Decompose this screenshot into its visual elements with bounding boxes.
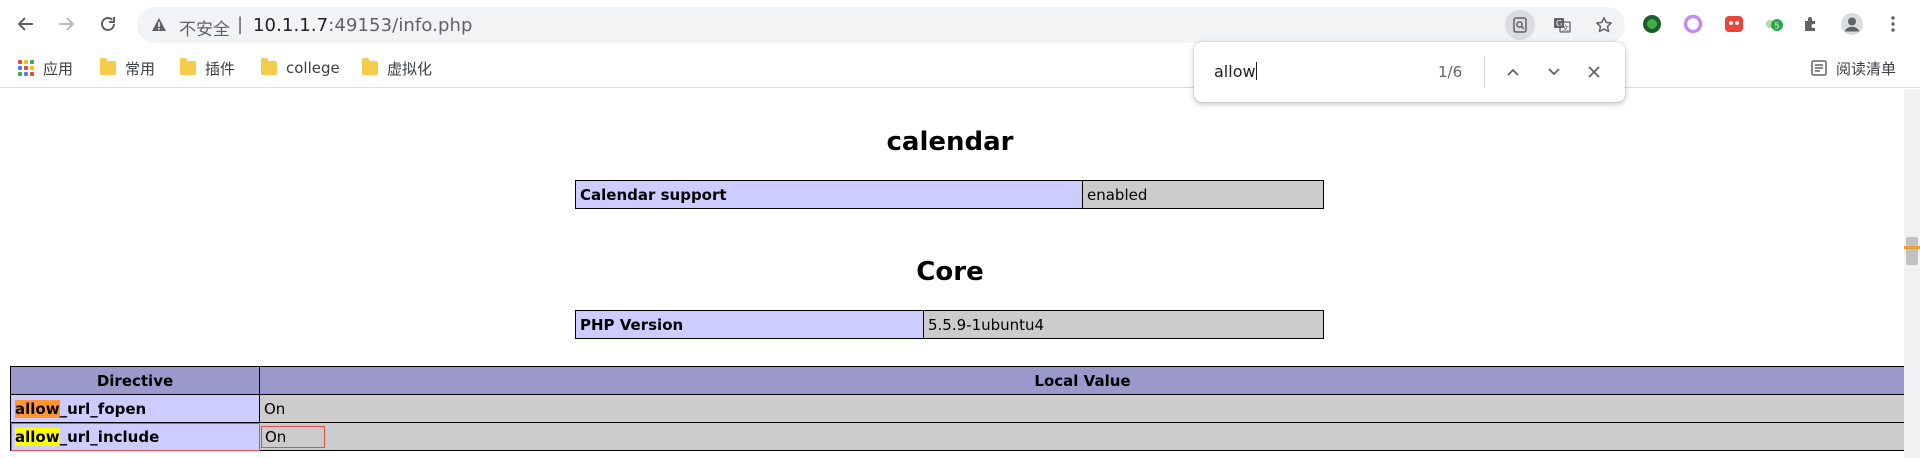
browser-toolbar: 不安全 | 10.1.1.7:49153/info.php G 文 5 <box>0 0 1920 48</box>
reading-list-icon <box>1811 60 1827 76</box>
extension-green-button[interactable] <box>1638 10 1666 38</box>
reading-list-label: 阅读清单 <box>1836 59 1897 78</box>
warning-triangle-icon <box>152 18 166 31</box>
extension-red-button[interactable] <box>1720 10 1748 38</box>
translate-button[interactable]: G 文 <box>1547 10 1577 40</box>
active-search-match: allow <box>15 399 60 418</box>
bookmark-folder-virtualization[interactable]: 虚拟化 <box>362 56 432 80</box>
section-title-core: Core <box>916 257 984 287</box>
search-match: allow <box>15 427 60 446</box>
bookmark-label: 虚拟化 <box>387 59 433 78</box>
reload-icon <box>101 17 115 31</box>
purple-ring-icon <box>1683 14 1703 34</box>
bookmark-folder-plugins[interactable]: 插件 <box>180 56 235 80</box>
directive-name: allow_url_fopen <box>10 394 260 423</box>
calendar-table: Calendar support enabled <box>575 180 1324 209</box>
back-arrow-icon <box>17 17 33 31</box>
chrome-menu-button[interactable] <box>1879 10 1907 38</box>
bookmark-apps[interactable]: 应用 <box>18 56 73 80</box>
not-secure-label: 不安全 <box>179 20 230 40</box>
green-globe-icon <box>1643 15 1661 33</box>
bookmarks-bar: 应用 常用 插件 college 虚拟化 阅读清单 <box>0 48 1920 88</box>
table-row: allow_url_include On <box>10 422 1906 451</box>
svg-text:5: 5 <box>1775 22 1780 31</box>
find-divider <box>1484 56 1485 88</box>
reading-list-button[interactable]: 阅读清单 <box>1811 56 1896 80</box>
translate-icon: G 文 <box>1554 18 1571 33</box>
directive-name: allow_url_include <box>10 422 260 451</box>
core-table: PHP Version 5.5.9-1ubuntu4 <box>575 310 1324 339</box>
section-title-calendar: calendar <box>886 127 1014 157</box>
extension-counter-button[interactable]: 5 <box>1760 10 1788 38</box>
kebab-menu-icon <box>1891 16 1895 32</box>
row-key: PHP Version <box>575 310 924 339</box>
find-query: allow <box>1214 62 1256 81</box>
directive-name-rest: _url_include <box>59 427 160 446</box>
column-header-local-value: Local Value <box>259 366 1906 395</box>
url-text[interactable]: 10.1.1.7:49153/info.php <box>253 15 473 36</box>
extension-purple-button[interactable] <box>1679 10 1707 38</box>
address-bar[interactable]: 不安全 | 10.1.1.7:49153/info.php G 文 <box>137 7 1625 43</box>
chevron-down-icon <box>1548 68 1560 76</box>
apps-grid-icon <box>18 60 34 76</box>
url-host: 10.1.1.7 <box>253 15 329 36</box>
page-scrollbar[interactable] <box>1904 89 1920 458</box>
url-separator: | <box>237 14 244 35</box>
star-icon <box>1596 17 1612 33</box>
forward-button[interactable] <box>50 8 82 40</box>
find-bar: allow 1/6 <box>1194 42 1625 102</box>
text-caret <box>1255 62 1257 80</box>
scrollbar-thumb[interactable] <box>1906 237 1918 265</box>
table-row: Calendar support enabled <box>575 180 1324 209</box>
bookmark-folder-common[interactable]: 常用 <box>100 56 155 80</box>
folder-icon <box>180 58 196 75</box>
bookmark-label: 应用 <box>43 59 74 78</box>
bookmark-star-button[interactable] <box>1589 10 1619 40</box>
svg-text:文: 文 <box>1562 24 1569 33</box>
page-content: calendar Calendar support enabled Core P… <box>0 89 1906 458</box>
find-page-icon <box>1513 17 1527 33</box>
forward-arrow-icon <box>59 17 75 31</box>
row-value: enabled <box>1082 180 1324 209</box>
table-row: allow_url_fopen On <box>10 394 1906 423</box>
column-header-directive: Directive <box>10 366 260 395</box>
bookmark-label: 插件 <box>205 59 236 78</box>
table-row: PHP Version 5.5.9-1ubuntu4 <box>575 310 1324 339</box>
profile-button[interactable] <box>1838 10 1866 38</box>
directive-name-rest: _url_fopen <box>59 399 147 418</box>
green-badge-icon: 5 <box>1766 19 1783 31</box>
bookmark-folder-college[interactable]: college <box>261 56 340 80</box>
puzzle-icon <box>1805 17 1815 31</box>
folder-icon <box>261 58 277 75</box>
directive-value: On <box>259 394 1906 423</box>
find-previous-button[interactable] <box>1498 57 1528 87</box>
red-app-icon <box>1725 16 1743 32</box>
find-next-button[interactable] <box>1539 57 1569 87</box>
find-match-marker <box>1904 246 1920 249</box>
avatar-icon <box>1841 13 1863 35</box>
bookmark-label: college <box>286 59 340 77</box>
table-header-row: Directive Local Value <box>10 366 1906 395</box>
find-match-count: 1/6 <box>1438 63 1463 81</box>
directive-value-cell: On <box>259 422 1906 451</box>
folder-icon <box>100 58 116 75</box>
bookmark-label: 常用 <box>125 59 156 78</box>
reload-button[interactable] <box>92 8 124 40</box>
back-button[interactable] <box>10 8 42 40</box>
chevron-up-icon <box>1507 68 1519 76</box>
close-icon <box>1588 66 1600 78</box>
row-key: Calendar support <box>575 180 1083 209</box>
folder-icon <box>362 58 378 75</box>
row-value: 5.5.9-1ubuntu4 <box>923 310 1324 339</box>
extensions-menu-button[interactable] <box>1797 10 1825 38</box>
url-path: :49153/info.php <box>328 15 473 36</box>
directives-table: Directive Local Value allow_url_fopen On… <box>10 366 1906 451</box>
find-input[interactable]: allow <box>1214 62 1257 81</box>
find-in-page-button[interactable] <box>1505 10 1535 40</box>
directive-value: On <box>261 425 326 448</box>
find-close-button[interactable] <box>1579 57 1609 87</box>
